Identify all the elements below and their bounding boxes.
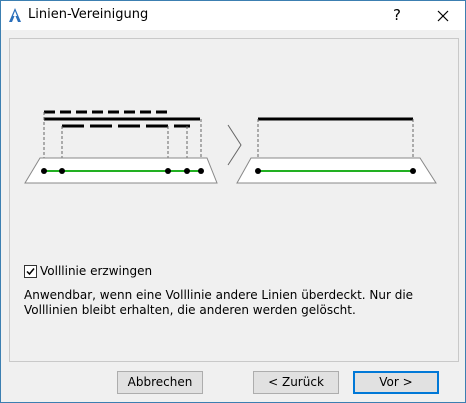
dialog-window: Linien-Vereinigung ? Volllinie erzwingen…	[0, 0, 466, 403]
back-button[interactable]: < Zurück	[253, 371, 339, 394]
line-merge-illustration	[24, 110, 437, 184]
before-diagram	[24, 110, 218, 184]
archicad-app-icon	[9, 8, 21, 22]
next-button[interactable]: Vor >	[353, 371, 439, 394]
force-solid-line-checkbox[interactable]	[24, 265, 37, 278]
option-description: Anwendbar, wenn eine Volllinie andere Li…	[24, 288, 414, 317]
content-panel: Volllinie erzwingen Anwendbar, wenn eine…	[9, 38, 459, 362]
close-button[interactable]	[421, 1, 465, 30]
force-solid-line-label[interactable]: Volllinie erzwingen	[40, 264, 152, 278]
help-button[interactable]: ?	[375, 1, 419, 30]
checkmark-icon	[26, 268, 35, 276]
chevron-right-icon	[227, 124, 242, 166]
title-bar[interactable]: Linien-Vereinigung ?	[1, 1, 465, 30]
close-icon	[437, 10, 449, 22]
after-diagram	[236, 117, 437, 184]
cancel-button[interactable]: Abbrechen	[117, 371, 203, 394]
window-title: Linien-Vereinigung	[28, 7, 149, 22]
